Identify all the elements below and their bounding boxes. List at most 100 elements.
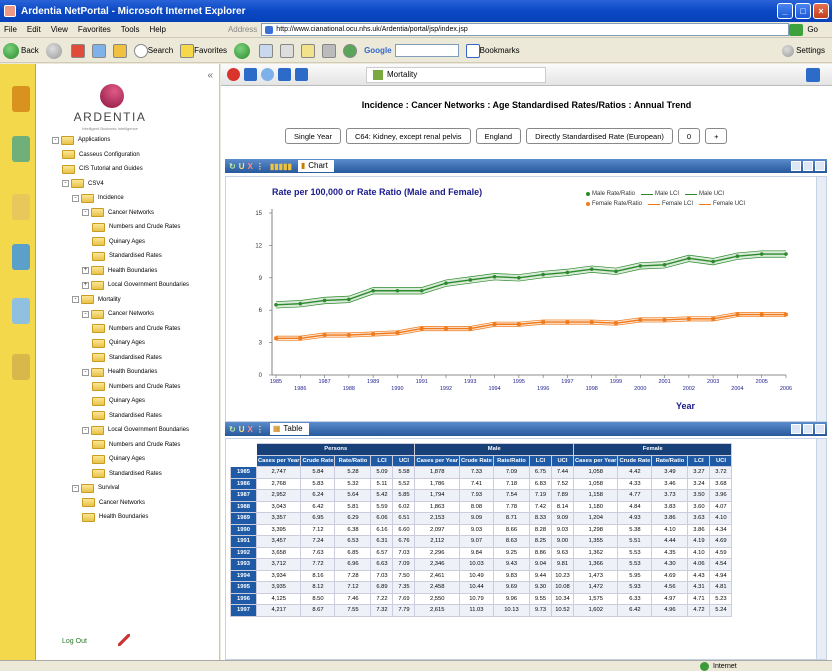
menu-view[interactable]: View [51,25,68,34]
refresh-button[interactable] [91,43,106,58]
tree-node[interactable]: - Local Government Boundaries [82,424,189,436]
column-header[interactable]: Crude Rate [458,454,494,467]
collapse-icon[interactable]: - [52,136,59,144]
settings-button[interactable]: Settings [782,44,825,57]
table-options-icon[interactable]: ⋮ [256,425,264,434]
strip-tab-reports[interactable] [12,136,30,162]
tab-mortality[interactable]: Mortality [366,66,546,83]
tree-node[interactable]: Quinary Ages [92,395,145,407]
collapse-icon[interactable]: - [72,484,79,492]
column-header[interactable]: LCI [528,454,552,467]
filter-cancer-site[interactable]: C64: Kidney, except renal pelvis [345,128,471,144]
tree-node[interactable]: - Health Boundaries [82,366,157,378]
tree-node[interactable]: Numbers and Crude Rates [92,323,180,335]
strip-tab-tools[interactable] [12,354,30,380]
tree-node[interactable]: Standardised Rates [92,410,162,422]
tree-node[interactable]: Quinary Ages [92,337,145,349]
minimize-button[interactable]: _ [777,3,793,19]
column-header[interactable]: LCI [687,454,711,467]
table-panel-tab[interactable]: ▦ Table [269,423,309,435]
print-report-icon[interactable] [295,68,308,81]
forward-button[interactable] [45,42,64,59]
refresh-table-icon[interactable]: ↻ [229,425,236,434]
strip-tab-documents[interactable] [12,194,30,220]
column-header[interactable]: UCI [550,454,574,467]
column-header[interactable]: Rate/Ratio [492,454,530,467]
chart-panel-minimize[interactable] [803,161,813,171]
menu-edit[interactable]: Edit [27,25,41,34]
menu-favorites[interactable]: Favorites [78,25,111,34]
menu-tools[interactable]: Tools [121,25,140,34]
info-icon[interactable] [227,68,240,81]
column-header[interactable]: Crude Rate [617,454,653,467]
logout-link[interactable]: Log Out [62,638,87,645]
table-undo-icon[interactable]: U [239,425,245,434]
table-scrollbar[interactable] [816,439,826,659]
messenger-button[interactable] [343,43,358,58]
strip-tab-folder[interactable] [12,86,30,112]
column-header[interactable]: LCI [370,454,394,467]
collapse-icon[interactable]: - [72,194,79,202]
filter-count[interactable]: 0 [677,128,701,144]
tree-node[interactable]: Health Boundaries [82,511,148,523]
check-icon[interactable] [278,68,291,81]
tree-node[interactable]: - Mortality [72,294,121,306]
tree-node[interactable]: - Incidence [72,192,124,204]
print-button[interactable] [280,43,295,58]
tree-node[interactable]: CIS Tutorial and Guides [62,163,143,175]
tree-node[interactable]: - Applications [52,134,110,146]
tree-node[interactable]: Cancer Networks [82,497,145,509]
close-button[interactable]: × [813,3,829,19]
menu-help[interactable]: Help [149,25,165,34]
column-header[interactable]: Cases per Year [414,454,460,467]
tree-node[interactable]: Numbers and Crude Rates [92,381,180,393]
column-header[interactable]: Rate/Ratio [334,454,372,467]
mail-button[interactable] [259,43,274,58]
filter-area[interactable]: England [475,128,522,144]
chart-panel-tab[interactable]: ▮ Chart [297,160,334,172]
tree-node[interactable]: + Health Boundaries [82,265,157,277]
table-panel-maximize[interactable] [815,424,825,434]
tree-node[interactable]: Numbers and Crude Rates [92,439,180,451]
remove-table-icon[interactable]: X [247,425,252,434]
chart-panel-maximize[interactable] [815,161,825,171]
undo-icon[interactable]: U [239,162,245,171]
tree-node[interactable]: Standardised Rates [92,250,162,262]
tree-node[interactable]: Casseus Configuration [62,149,140,161]
strip-tab-help[interactable] [12,298,30,324]
go-arrow-icon[interactable] [789,23,804,36]
back-icon[interactable] [261,68,274,81]
filter-measure[interactable]: Directly Standardised Rate (European) [526,128,673,144]
column-header[interactable]: UCI [709,454,733,467]
add-filter-button[interactable]: + [705,128,728,144]
tree-node[interactable]: Quinary Ages [92,236,145,248]
refresh-chart-icon[interactable]: ↻ [229,162,236,171]
history-button[interactable] [234,42,252,59]
chart-options-icon[interactable]: ⋮ [256,162,264,171]
home-button[interactable] [112,43,127,58]
expand-icon[interactable]: + [82,267,89,274]
collapse-icon[interactable]: - [62,180,69,187]
edit-button[interactable] [301,43,316,58]
collapse-icon[interactable]: - [82,426,89,434]
tree-node[interactable]: Numbers and Crude Rates [92,221,180,233]
column-header[interactable]: UCI [392,454,416,467]
address-field[interactable]: http://www.cianational.ocu.nhs.uk/Ardent… [261,23,790,36]
strip-tab-charts[interactable] [12,244,30,270]
column-header[interactable]: Cases per Year [255,454,302,467]
google-search-input[interactable] [394,44,459,57]
tree-node[interactable]: - CSV4 [62,178,104,190]
back-button[interactable]: Back [3,42,39,59]
tree-node[interactable]: Standardised Rates [92,468,162,480]
discuss-button[interactable] [322,43,337,58]
stop-button[interactable] [70,43,85,58]
tree-node[interactable]: - Cancer Networks [82,308,154,320]
menu-file[interactable]: File [4,25,17,34]
tree-node[interactable]: + Local Government Boundaries [82,279,189,291]
collapse-icon[interactable]: - [82,368,89,376]
tree-node[interactable]: - Cancer Networks [82,207,154,219]
column-header[interactable]: Cases per Year [572,454,619,467]
chart-scrollbar[interactable] [816,177,826,421]
filter-period[interactable]: Single Year [285,128,341,144]
collapse-icon[interactable]: - [82,209,89,216]
